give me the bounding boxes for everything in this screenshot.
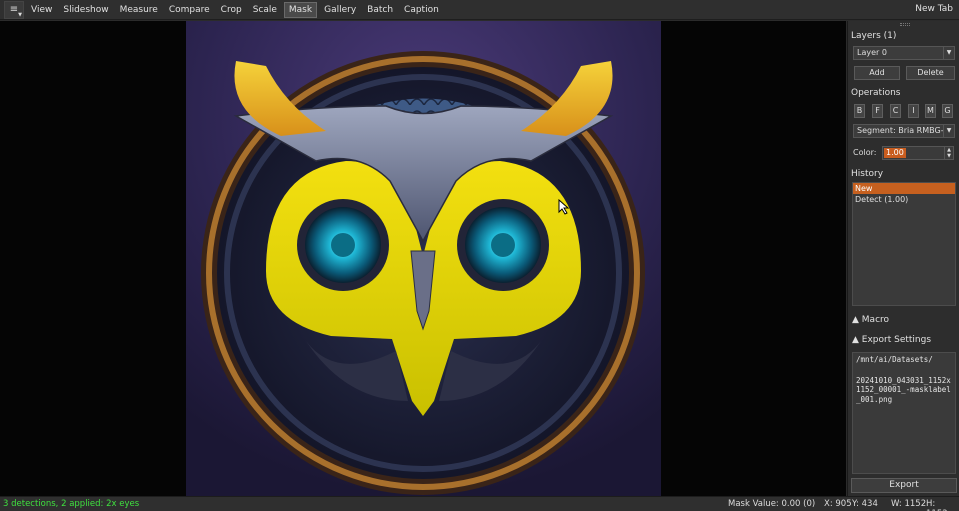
menu-measure[interactable]: Measure [116,3,162,17]
macro-label: Macro [861,315,890,325]
cursor-y-readout: Y: 434 [852,499,878,509]
menu-crop[interactable]: Crop [217,3,246,17]
export-settings-label: Export Settings [861,335,932,345]
add-layer-button[interactable]: Add [854,66,900,80]
export-path-box[interactable]: /mnt/ai/Datasets/ 20241010_043031_1152x1… [852,352,956,474]
menu-bar: ≡ ▼ View Slideshow Measure Compare Crop … [0,0,959,20]
op-button-b[interactable]: B [854,104,865,118]
menu-gallery[interactable]: Gallery [320,3,360,17]
op-button-c[interactable]: C [890,104,901,118]
op-button-i[interactable]: I [908,104,919,118]
chevron-down-icon: ▼ [943,47,954,59]
menu-scale[interactable]: Scale [249,3,281,17]
layer-select-value: Layer 0 [857,48,887,57]
image-width-readout: W: 1152 [891,499,927,509]
menu-mask[interactable]: Mask [283,1,318,18]
history-item[interactable]: New [853,183,955,194]
side-panel: Layers (1) Layer 0 ▼ Add Delete Operatio… [847,21,959,496]
layers-title: Layers (1) [851,31,897,41]
delete-layer-button[interactable]: Delete [906,66,955,80]
color-label: Color: [853,148,877,157]
history-title: History [851,169,884,179]
export-filename: 20241010_043031_1152x1152_00001_-masklab… [856,375,951,404]
export-button[interactable]: Export [851,478,957,493]
menu-batch[interactable]: Batch [363,3,397,17]
segment-model-select[interactable]: Segment: Bria RMBG-2 ▼ [853,124,955,138]
status-bar: 3 detections, 2 applied: 2x eyes Mask Va… [0,496,959,511]
mouse-pointer-icon [558,198,570,218]
menu-slideshow[interactable]: Slideshow [59,3,112,17]
panel-drag-handle[interactable] [900,23,910,26]
hamburger-menu-button[interactable]: ≡ ▼ [4,0,24,19]
menu-caption[interactable]: Caption [400,3,443,17]
chevron-down-icon: ▼ [943,125,954,137]
op-button-m[interactable]: M [925,104,936,118]
op-button-g[interactable]: G [942,104,953,118]
export-settings-toggle[interactable]: ▲ Export Settings [852,335,931,345]
menu-view[interactable]: View [27,3,56,17]
macro-toggle[interactable]: ▲ Macro [852,315,889,325]
owl-image [186,21,661,496]
export-path: /mnt/ai/Datasets/ [856,355,933,364]
operations-title: Operations [851,88,901,98]
image-height-readout: H: 1152 [926,499,948,511]
triangle-up-icon: ▲ [852,335,859,345]
image-canvas[interactable] [0,21,846,496]
chevron-down-icon: ▼ [18,11,22,18]
mask-value-readout: Mask Value: 0.00 (0) [728,499,816,509]
history-item[interactable]: Detect (1.00) [853,194,955,205]
menu-compare[interactable]: Compare [165,3,214,17]
layer-select[interactable]: Layer 0 ▼ [853,46,955,60]
history-list: New Detect (1.00) [852,182,956,306]
new-tab-button[interactable]: New Tab [915,4,953,14]
spin-arrows-icon[interactable]: ▲ ▼ [944,147,953,159]
status-message: 3 detections, 2 applied: 2x eyes [3,499,140,509]
color-value-input[interactable]: 1.00 ▲ ▼ [882,146,954,160]
hamburger-menu-icon: ≡ [9,4,19,15]
segment-model-value: Segment: Bria RMBG-2 [857,126,949,135]
op-button-f[interactable]: F [872,104,883,118]
color-value: 1.00 [884,148,906,158]
triangle-up-icon: ▲ [852,315,859,325]
cursor-x-readout: X: 905 [824,499,852,509]
